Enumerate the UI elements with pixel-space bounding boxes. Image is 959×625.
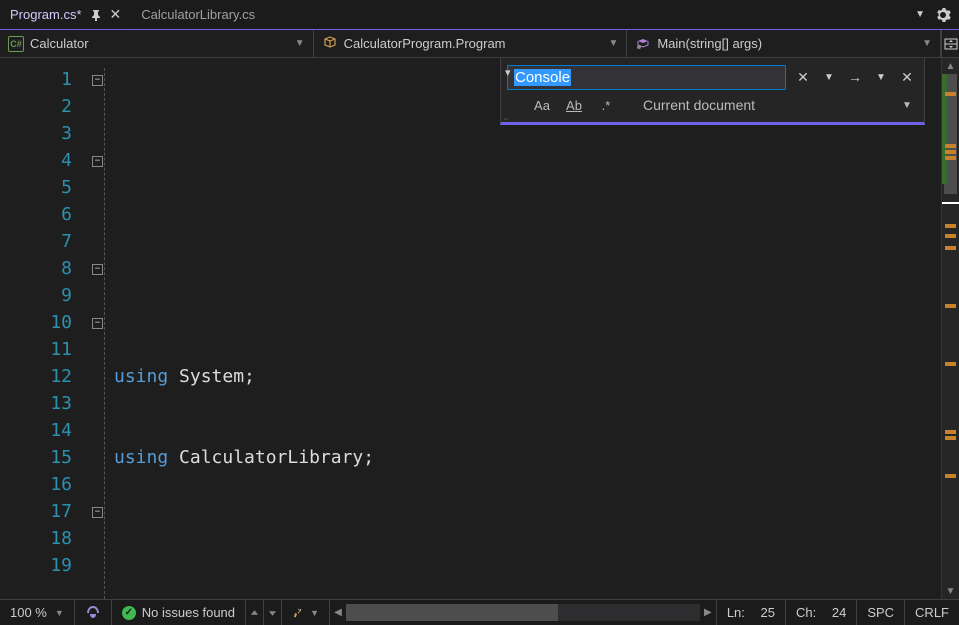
build-cleanup-button[interactable]: ▼: [282, 600, 330, 625]
line-number: 13: [0, 390, 72, 417]
find-close-icon[interactable]: ✕: [792, 66, 814, 88]
fold-toggle[interactable]: −: [92, 318, 103, 329]
code-editor[interactable]: 1 2 3 4 5 6 7 8 9 10 11 12 13 14 15 16 1…: [0, 58, 959, 599]
line-number: 3: [0, 120, 72, 147]
chevron-down-icon: ▼: [608, 38, 618, 49]
tab-program-cs[interactable]: Program.cs* ✕: [0, 0, 131, 29]
line-number: 16: [0, 471, 72, 498]
line-ending-mode[interactable]: CRLF: [905, 600, 959, 625]
line-number: 1: [0, 66, 72, 93]
chevron-down-icon: ▼: [55, 608, 64, 618]
resize-grip-icon[interactable]: ⣀: [503, 111, 509, 120]
nav-project-label: Calculator: [30, 36, 89, 51]
line-number: 9: [0, 282, 72, 309]
chevron-down-icon: ▼: [310, 608, 319, 618]
tab-label: CalculatorLibrary.cs: [141, 7, 255, 22]
find-replace-panel: ▾ Console ✕ ▼ → ▼ ✕ Aa Ab .* Current doc…: [500, 58, 925, 125]
line-number: 4: [0, 147, 72, 174]
fold-toggle[interactable]: −: [92, 75, 103, 86]
cursor-char[interactable]: Ch: 24: [786, 600, 857, 625]
find-close-panel-icon[interactable]: ✕: [896, 66, 918, 88]
line-number: 19: [0, 552, 72, 579]
scroll-up-icon[interactable]: ▲: [942, 58, 959, 74]
line-number: 15: [0, 444, 72, 471]
check-icon: ✓: [122, 606, 136, 620]
scroll-right-icon[interactable]: ▶: [700, 607, 716, 618]
code-area[interactable]: − − − − − using System; using Calculator…: [90, 58, 941, 599]
line-number: 11: [0, 336, 72, 363]
match-word-toggle[interactable]: Ab: [563, 94, 585, 116]
error-nav-down[interactable]: [264, 600, 282, 625]
method-icon: [635, 36, 651, 52]
line-number: 5: [0, 174, 72, 201]
line-number: 14: [0, 417, 72, 444]
csharp-icon: C#: [8, 36, 24, 52]
close-icon[interactable]: ✕: [110, 6, 122, 23]
nav-method-label: Main(string[] args): [657, 36, 762, 51]
document-tabs: Program.cs* ✕ CalculatorLibrary.cs ▼: [0, 0, 959, 30]
line-number: 10: [0, 309, 72, 336]
scope-dropdown-icon[interactable]: ▼: [896, 94, 918, 116]
active-files-dropdown-icon[interactable]: ▼: [915, 9, 925, 20]
vertical-scrollbar[interactable]: ▲ ▼: [941, 58, 959, 599]
horizontal-scrollbar[interactable]: ◀ ▶: [330, 604, 716, 621]
error-list-button[interactable]: ✓ No issues found: [112, 600, 246, 625]
nav-class-dropdown[interactable]: CalculatorProgram.Program ▼: [314, 30, 628, 57]
line-number-gutter: 1 2 3 4 5 6 7 8 9 10 11 12 13 14 15 16 1…: [0, 58, 90, 599]
find-input[interactable]: Console: [507, 65, 786, 90]
fold-toggle[interactable]: −: [92, 507, 103, 518]
line-number: 8: [0, 255, 72, 282]
code-line: using CalculatorLibrary;: [90, 444, 941, 471]
error-nav-up[interactable]: [246, 600, 264, 625]
line-number: 12: [0, 363, 72, 390]
find-next-icon[interactable]: →: [844, 66, 866, 88]
scroll-left-icon[interactable]: ◀: [330, 607, 346, 618]
issues-label: No issues found: [142, 605, 235, 620]
line-number: 2: [0, 93, 72, 120]
line-number: 17: [0, 498, 72, 525]
zoom-control[interactable]: 100 % ▼: [0, 600, 75, 625]
nav-class-label: CalculatorProgram.Program: [344, 36, 506, 51]
code-line: [90, 525, 941, 552]
tab-calculator-library[interactable]: CalculatorLibrary.cs: [131, 0, 265, 29]
line-number: 18: [0, 525, 72, 552]
navigation-bar: C# Calculator ▼ CalculatorProgram.Progra…: [0, 30, 959, 58]
scroll-down-icon[interactable]: ▼: [942, 583, 959, 599]
indent-mode[interactable]: SPC: [857, 600, 905, 625]
nav-project-dropdown[interactable]: C# Calculator ▼: [0, 30, 314, 57]
nav-method-dropdown[interactable]: Main(string[] args) ▼: [627, 30, 941, 57]
code-line: using System;: [90, 363, 941, 390]
scrollbar-thumb[interactable]: [346, 604, 558, 621]
regex-toggle[interactable]: .*: [595, 94, 617, 116]
match-case-toggle[interactable]: Aa: [531, 94, 553, 116]
line-number: 7: [0, 228, 72, 255]
status-bar: 100 % ▼ ✓ No issues found ▼ ◀ ▶ Ln: 25 C…: [0, 599, 959, 625]
class-icon: [322, 36, 338, 52]
intellicode-button[interactable]: [75, 600, 112, 625]
chevron-down-icon: ▼: [295, 38, 305, 49]
find-scope-label: Current document: [643, 94, 755, 116]
chevron-down-icon: ▼: [922, 38, 932, 49]
tab-label: Program.cs*: [10, 7, 82, 22]
fold-toggle[interactable]: −: [92, 264, 103, 275]
line-number: 6: [0, 201, 72, 228]
expand-replace-icon[interactable]: ▾: [505, 66, 511, 79]
split-editor-icon[interactable]: [941, 30, 959, 57]
zoom-value: 100 %: [10, 605, 47, 620]
gear-icon[interactable]: [935, 7, 951, 23]
find-in-files-icon[interactable]: ▼: [870, 66, 892, 88]
find-dropdown-icon[interactable]: ▼: [818, 66, 840, 88]
cursor-line[interactable]: Ln: 25: [717, 600, 786, 625]
fold-toggle[interactable]: −: [92, 156, 103, 167]
pin-icon[interactable]: [90, 9, 102, 21]
